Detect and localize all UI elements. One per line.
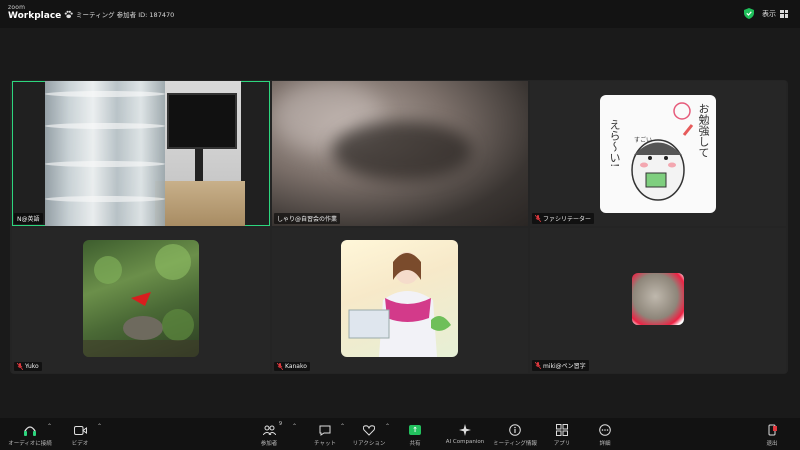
avatar [83, 240, 199, 357]
participant-name: ファシリテーター [532, 213, 595, 224]
meeting-info-text: ミーティング 参加者 ID: 187470 [76, 11, 175, 19]
meeting-toolbar: オーディオに接続 ⌃ ビデオ ⌃ 9 参加者 ⌃ チャット ⌃ リアクション ⌃… [0, 418, 800, 450]
chat-icon [319, 425, 331, 436]
mic-muted-icon [535, 362, 541, 369]
sparkle-icon [459, 424, 471, 436]
heart-icon [363, 424, 375, 436]
avatar-text-left: えら〜い! [608, 119, 621, 168]
participant-name: しゃり@自習会の作業 [274, 213, 341, 224]
avatar-bubble-text: すごい [634, 137, 653, 144]
mic-muted-icon [535, 215, 541, 222]
avatar [341, 240, 458, 357]
logo-workplace-text: Workplace [8, 11, 62, 21]
grid-icon [780, 9, 788, 18]
video-options-chevron-icon[interactable]: ⌃ [97, 423, 102, 430]
zoom-logo: zoom Workplace [8, 5, 61, 21]
more-button[interactable]: 詳細 [575, 424, 635, 447]
paw-icon [64, 10, 73, 18]
video-tile-3[interactable]: お勉強して えら〜い! すごい ファシリテーター [530, 81, 786, 226]
camera-icon [73, 425, 87, 435]
video-tile-5[interactable]: Kanako [272, 228, 528, 373]
participant-name: Yuko [14, 362, 42, 371]
participant-name: N@英語 [14, 213, 43, 224]
avatar-text-right: お勉強して [697, 103, 710, 158]
video-feed [45, 81, 245, 226]
video-tile-2[interactable]: しゃり@自習会の作業 [272, 81, 528, 226]
participants-button[interactable]: 9 参加者 [239, 421, 299, 447]
view-button[interactable]: 表示 [762, 9, 788, 19]
video-gallery: N@英語 しゃり@自習会の作業 お勉強して えら〜い! すごい ファシリテーター [10, 80, 788, 374]
view-label: 表示 [762, 9, 776, 18]
title-bar: zoom Workplace ミーティング 参加者 ID: 187470 表示 [0, 0, 800, 28]
mic-muted-icon [277, 363, 283, 370]
participant-name: miki@ペン習字 [532, 360, 589, 371]
shield-check-icon[interactable] [744, 8, 754, 19]
avatar: お勉強して えら〜い! すごい [600, 95, 716, 213]
info-icon [509, 424, 521, 436]
meeting-info[interactable]: ミーティング 参加者 ID: 187470 [64, 9, 174, 19]
share-arrow-icon: ↑ [409, 425, 421, 435]
headphones-icon [24, 425, 36, 436]
participants-count: 9 [278, 421, 282, 427]
apps-icon [556, 424, 568, 436]
video-tile-1[interactable]: N@英語 [12, 81, 270, 226]
avatar [632, 273, 684, 325]
participant-name: Kanako [274, 362, 310, 371]
leave-icon [768, 424, 777, 436]
more-dots-icon [599, 424, 611, 436]
video-tile-4[interactable]: Yuko [12, 228, 270, 373]
leave-button[interactable]: 退出 [742, 424, 800, 447]
video-tile-6[interactable]: miki@ペン習字 [530, 228, 786, 373]
participants-icon [262, 425, 276, 435]
mic-muted-icon [17, 363, 23, 370]
